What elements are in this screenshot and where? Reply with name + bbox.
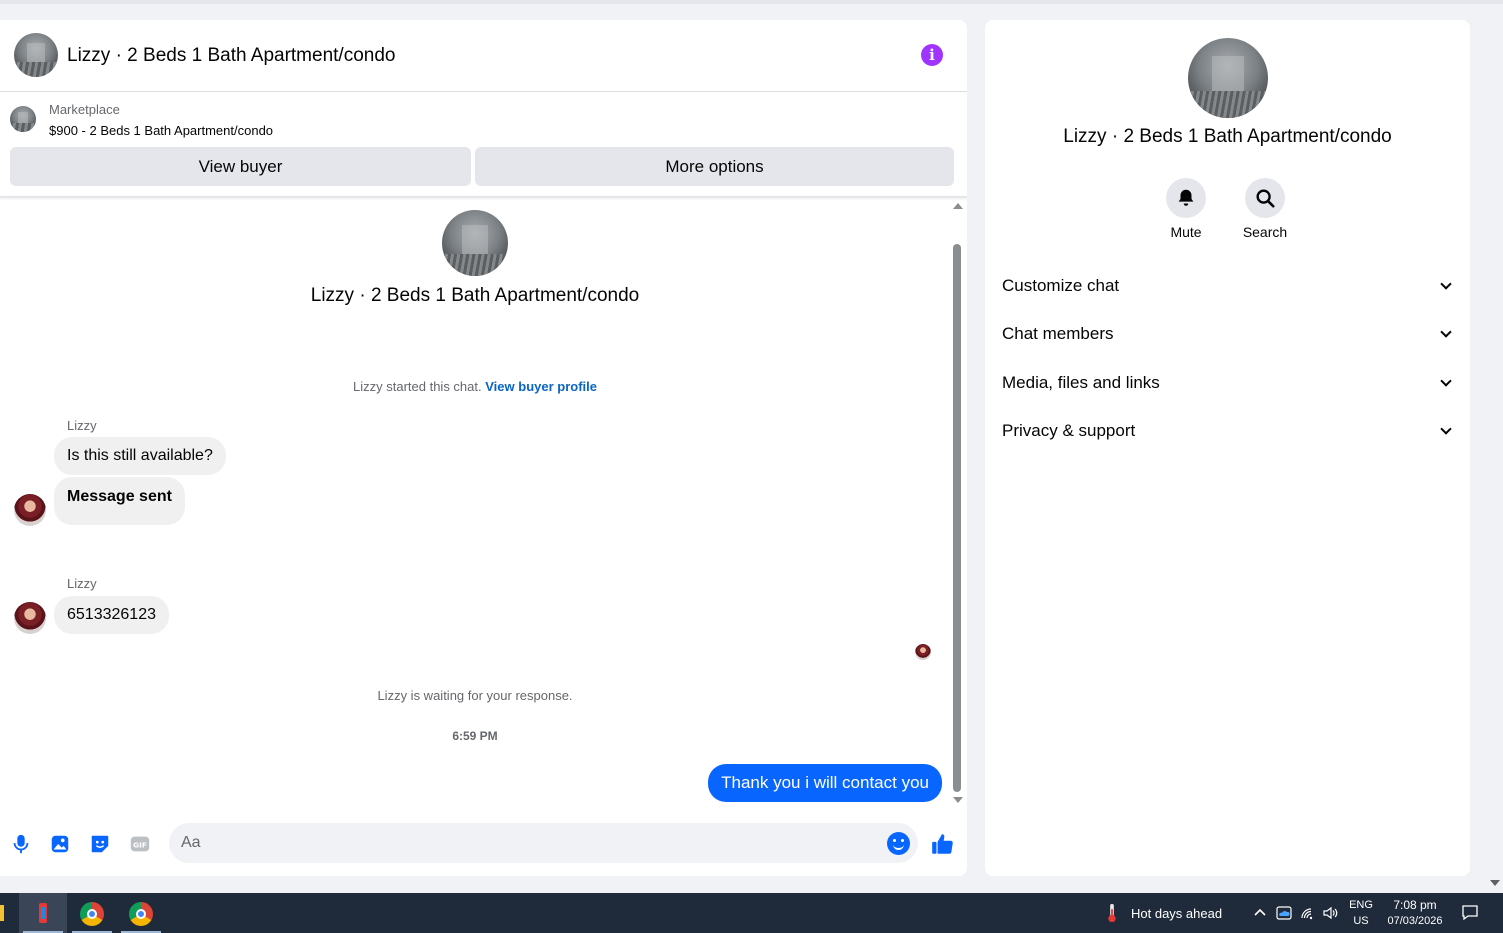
- more-options-button[interactable]: More options: [475, 147, 954, 186]
- details-avatar[interactable]: [1188, 38, 1268, 118]
- photo-icon[interactable]: [49, 833, 71, 855]
- chevron-down-icon: [1440, 326, 1452, 338]
- scrollbar-thumb[interactable]: [953, 244, 961, 792]
- notification-center-icon[interactable]: [1461, 904, 1479, 922]
- windows-taskbar: Hot days ahead ENG US 7:08 pm 07/03/2026: [0, 893, 1503, 933]
- wifi-icon[interactable]: [1300, 905, 1316, 921]
- gif-icon[interactable]: GIF: [129, 833, 151, 855]
- chat-panel: Lizzy · 2 Beds 1 Bath Apartment/condo i …: [0, 20, 967, 876]
- header-divider: [0, 196, 967, 198]
- message-bubble[interactable]: 6513326123: [54, 596, 169, 634]
- search-icon: [1256, 189, 1275, 208]
- bell-icon: [1178, 189, 1194, 206]
- conversation-avatar[interactable]: [14, 33, 58, 77]
- weather-widget-text[interactable]: Hot days ahead: [1131, 906, 1222, 921]
- view-buyer-button[interactable]: View buyer: [10, 147, 471, 186]
- marketplace-label: Marketplace: [49, 102, 120, 117]
- chevron-down-icon: [1440, 423, 1452, 435]
- message-sender: Lizzy: [67, 418, 97, 433]
- section-chat-members[interactable]: Chat members: [1002, 319, 1452, 349]
- window-top-edge: [0, 0, 1503, 4]
- scroll-down-arrow-icon[interactable]: [953, 797, 963, 803]
- outgoing-message-bubble[interactable]: Thank you i will contact you: [708, 764, 942, 802]
- conversation-intro-title: Lizzy · 2 Beds 1 Bath Apartment/condo: [310, 285, 640, 306]
- waiting-notice: Lizzy is waiting for your response.: [377, 688, 573, 703]
- like-thumbs-up-icon[interactable]: [930, 831, 956, 857]
- folder-icon[interactable]: [0, 905, 4, 921]
- info-icon[interactable]: i: [921, 44, 943, 66]
- conversation-intro-avatar: [442, 210, 508, 276]
- chrome-icon: [129, 902, 153, 926]
- clock-time[interactable]: 7:08 pm: [1380, 898, 1450, 912]
- message-input[interactable]: [181, 823, 871, 863]
- mute-button[interactable]: [1166, 178, 1206, 218]
- chevron-up-icon[interactable]: [1252, 905, 1268, 921]
- input-language[interactable]: ENG: [1346, 899, 1376, 911]
- search-button[interactable]: [1245, 178, 1285, 218]
- chrome-icon: [80, 902, 104, 926]
- page-scroll-down-arrow-icon[interactable]: [1490, 880, 1500, 886]
- emoji-icon[interactable]: [887, 832, 910, 855]
- view-buyer-profile-link[interactable]: View buyer profile: [485, 379, 597, 394]
- taskbar-chrome-profile-1[interactable]: [68, 893, 116, 933]
- details-title: Lizzy · 2 Beds 1 Bath Apartment/condo: [1063, 126, 1392, 147]
- section-media-files-links[interactable]: Media, files and links: [1002, 368, 1452, 398]
- message-timestamp: 6:59 PM: [452, 729, 498, 743]
- taskbar-app-pinned[interactable]: [19, 893, 67, 933]
- thermometer-icon[interactable]: [1101, 902, 1123, 924]
- section-label: Media, files and links: [1002, 373, 1160, 392]
- message-sender: Lizzy: [67, 576, 97, 591]
- listing-title[interactable]: $900 - 2 Beds 1 Bath Apartment/condo: [49, 123, 273, 138]
- onedrive-cloud-icon[interactable]: [1276, 905, 1292, 921]
- app-icon: [39, 903, 47, 923]
- chat-title[interactable]: Lizzy · 2 Beds 1 Bath Apartment/condo: [67, 45, 395, 67]
- mute-label[interactable]: Mute: [1146, 224, 1226, 240]
- section-customize-chat[interactable]: Customize chat: [1002, 271, 1452, 301]
- message-bubble[interactable]: Is this still available?: [54, 437, 226, 475]
- sender-avatar[interactable]: [14, 602, 46, 634]
- message-bubble[interactable]: Message sent: [54, 477, 185, 525]
- search-label[interactable]: Search: [1225, 224, 1305, 240]
- chat-started-text: Lizzy started this chat.: [353, 379, 482, 394]
- clock-date[interactable]: 07/03/2026: [1380, 915, 1450, 927]
- seen-indicator-avatar: [915, 644, 931, 660]
- section-label: Privacy & support: [1002, 421, 1136, 440]
- chat-started-notice: Lizzy started this chat. View buyer prof…: [0, 379, 950, 394]
- microphone-icon[interactable]: [10, 833, 32, 855]
- section-label: Chat members: [1002, 324, 1114, 343]
- volume-icon[interactable]: [1322, 905, 1338, 921]
- scroll-up-arrow-icon[interactable]: [953, 203, 963, 209]
- message-composer[interactable]: [169, 823, 918, 863]
- section-privacy-support[interactable]: Privacy & support: [1002, 416, 1452, 446]
- input-region[interactable]: US: [1346, 915, 1376, 927]
- section-label: Customize chat: [1002, 276, 1120, 295]
- chevron-down-icon: [1440, 278, 1452, 290]
- chevron-down-icon: [1440, 375, 1452, 387]
- chat-details-panel: Lizzy · 2 Beds 1 Bath Apartment/condo Mu…: [985, 20, 1470, 876]
- taskbar-chrome-profile-2[interactable]: [117, 893, 165, 933]
- chat-header: Lizzy · 2 Beds 1 Bath Apartment/condo i: [0, 20, 967, 92]
- sticker-icon[interactable]: [89, 833, 111, 855]
- listing-thumbnail[interactable]: [10, 106, 36, 132]
- sender-avatar[interactable]: [14, 494, 46, 526]
- svg-text:GIF: GIF: [133, 841, 147, 850]
